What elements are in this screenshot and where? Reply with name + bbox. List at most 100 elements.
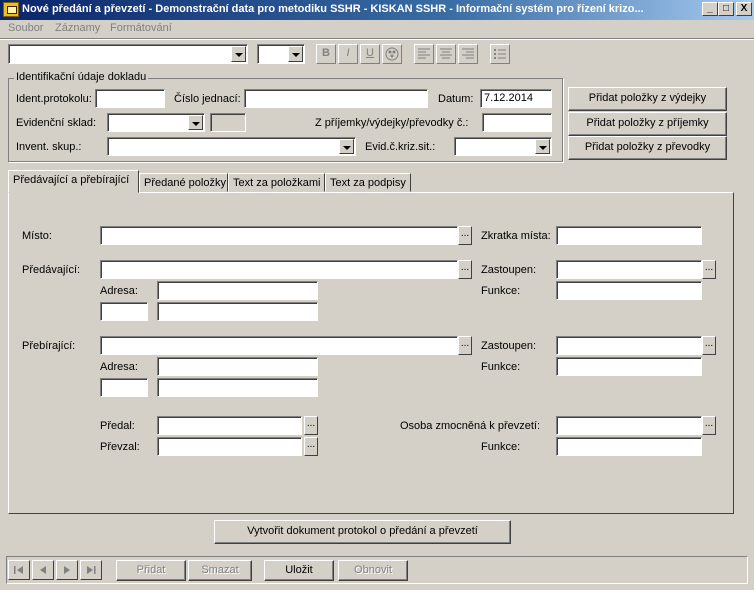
predal-browse-button[interactable]: ... <box>304 416 318 435</box>
datum-input[interactable]: 7.12.2014 <box>480 89 552 108</box>
prevzal-input[interactable] <box>157 437 302 456</box>
sklad-combo[interactable] <box>107 113 205 132</box>
maximize-button[interactable]: □ <box>718 2 734 16</box>
prebirajici-browse-button[interactable]: ... <box>458 336 472 355</box>
align-left-button[interactable] <box>414 44 434 64</box>
last-record-icon <box>87 566 96 574</box>
evid-combo[interactable] <box>454 137 552 156</box>
title-bar: Nové předání a převzetí - Demonstrační d… <box>0 0 754 20</box>
funkce3-label: Funkce: <box>481 441 521 453</box>
color-button[interactable] <box>382 44 402 64</box>
protokol-label: Ident.protokolu: <box>16 93 92 105</box>
ident-group-title: Identifikační údaje dokladu <box>14 71 149 83</box>
prevzal-label: Převzal: <box>100 441 140 453</box>
pridat-button[interactable]: Přidat <box>116 560 186 581</box>
funkce2-input[interactable] <box>556 357 702 376</box>
chevron-down-icon[interactable] <box>231 46 246 62</box>
protokol-input[interactable] <box>95 89 165 108</box>
zastoupen2-label: Zastoupen: <box>481 340 537 352</box>
bullet-list-icon <box>494 49 506 59</box>
adresa2-label: Adresa: <box>100 361 138 373</box>
zastoupen2-browse-button[interactable]: ... <box>702 336 716 355</box>
skup-combo[interactable] <box>107 137 356 156</box>
predal-label: Předal: <box>100 420 135 432</box>
font-name-combo[interactable] <box>8 44 248 64</box>
close-button[interactable]: X <box>736 2 752 16</box>
funkce-input[interactable] <box>556 281 702 300</box>
align-center-icon <box>440 48 452 59</box>
osoba-browse-button[interactable]: ... <box>702 416 716 435</box>
chevron-down-icon[interactable] <box>288 46 303 62</box>
chevron-down-icon[interactable] <box>339 139 354 154</box>
predavajici-label: Předávající: <box>22 264 81 276</box>
misto-browse-button[interactable]: ... <box>458 226 472 245</box>
add-from-vydejka-button[interactable]: Přidat položky z výdejky <box>568 87 727 111</box>
font-size-combo[interactable] <box>257 44 305 64</box>
misto-input[interactable] <box>100 226 458 245</box>
funkce3-input[interactable] <box>556 437 702 456</box>
prijemky-input[interactable] <box>482 113 552 132</box>
osoba-input[interactable] <box>556 416 702 435</box>
window-title: Nové předání a převzetí - Demonstrační d… <box>22 3 644 15</box>
menu-formatovani[interactable]: Formátování <box>110 22 172 34</box>
zkratka-label: Zkratka místa: <box>481 230 551 242</box>
zastoupen-label: Zastoupen: <box>481 264 537 276</box>
funkce-label: Funkce: <box>481 285 521 297</box>
ulozit-button[interactable]: Uložit <box>264 560 334 581</box>
funkce2-label: Funkce: <box>481 361 521 373</box>
adresa-line1-input[interactable] <box>157 281 318 300</box>
tab-text-za-polozkami[interactable]: Text za položkami <box>228 173 325 192</box>
evid-label: Evid.č.kriz.sit.: <box>365 141 436 153</box>
next-record-button[interactable] <box>56 560 78 580</box>
predavajici-input[interactable] <box>100 260 458 279</box>
adresa2-line2-input[interactable] <box>157 378 318 397</box>
zastoupen2-input[interactable] <box>556 336 702 355</box>
psc-input[interactable] <box>100 302 148 321</box>
prebirajici-label: Přebírající: <box>22 340 76 352</box>
tab-predavajici[interactable]: Předávající a přebírající <box>8 170 139 193</box>
align-center-button[interactable] <box>436 44 456 64</box>
zastoupen-browse-button[interactable]: ... <box>702 260 716 279</box>
add-from-prevodka-button[interactable]: Přidat položky z převodky <box>568 136 727 160</box>
menu-divider-highlight <box>0 39 754 40</box>
tab-text-za-podpisy[interactable]: Text za podpisy <box>325 173 411 192</box>
app-icon <box>3 2 19 17</box>
add-from-prijemka-button[interactable]: Přidat položky z příjemky <box>568 112 727 136</box>
misto-label: Místo: <box>22 230 52 242</box>
zastoupen-input[interactable] <box>556 260 702 279</box>
prebirajici-input[interactable] <box>100 336 458 355</box>
psc2-input[interactable] <box>100 378 148 397</box>
italic-button[interactable]: I <box>338 44 358 64</box>
zkratka-input[interactable] <box>556 226 702 245</box>
prijemky-label: Z příjemky/výdejky/převodky č.: <box>315 117 469 129</box>
predal-input[interactable] <box>157 416 302 435</box>
adresa2-line1-input[interactable] <box>157 357 318 376</box>
prev-record-button[interactable] <box>32 560 54 580</box>
tab-predane-polozky[interactable]: Předané položky <box>139 173 228 192</box>
bullet-list-button[interactable] <box>490 44 510 64</box>
chevron-down-icon[interactable] <box>535 139 550 154</box>
last-record-button[interactable] <box>80 560 102 580</box>
menu-soubor[interactable]: Soubor <box>8 22 43 34</box>
create-document-button[interactable]: Vytvořit dokument protokol o předání a p… <box>214 520 511 544</box>
menu-bar: Soubor Záznamy Formátování <box>0 20 754 38</box>
align-right-button[interactable] <box>458 44 478 64</box>
next-record-icon <box>64 566 70 574</box>
smazat-button[interactable]: Smazat <box>188 560 252 581</box>
adresa-line2-input[interactable] <box>157 302 318 321</box>
palette-icon <box>385 47 399 61</box>
datum-label: Datum: <box>438 93 474 105</box>
cislo-input[interactable] <box>244 89 428 108</box>
first-record-button[interactable] <box>8 560 30 580</box>
align-right-icon <box>462 48 474 59</box>
obnovit-button[interactable]: Obnovit <box>338 560 408 581</box>
align-left-icon <box>418 48 430 59</box>
menu-zaznamy[interactable]: Záznamy <box>55 22 100 34</box>
chevron-down-icon[interactable] <box>188 115 203 130</box>
underline-button[interactable]: U <box>360 44 380 64</box>
predavajici-browse-button[interactable]: ... <box>458 260 472 279</box>
prevzal-browse-button[interactable]: ... <box>304 437 318 456</box>
adresa-label: Adresa: <box>100 285 138 297</box>
bold-button[interactable]: B <box>316 44 336 64</box>
minimize-button[interactable]: _ <box>702 2 718 16</box>
